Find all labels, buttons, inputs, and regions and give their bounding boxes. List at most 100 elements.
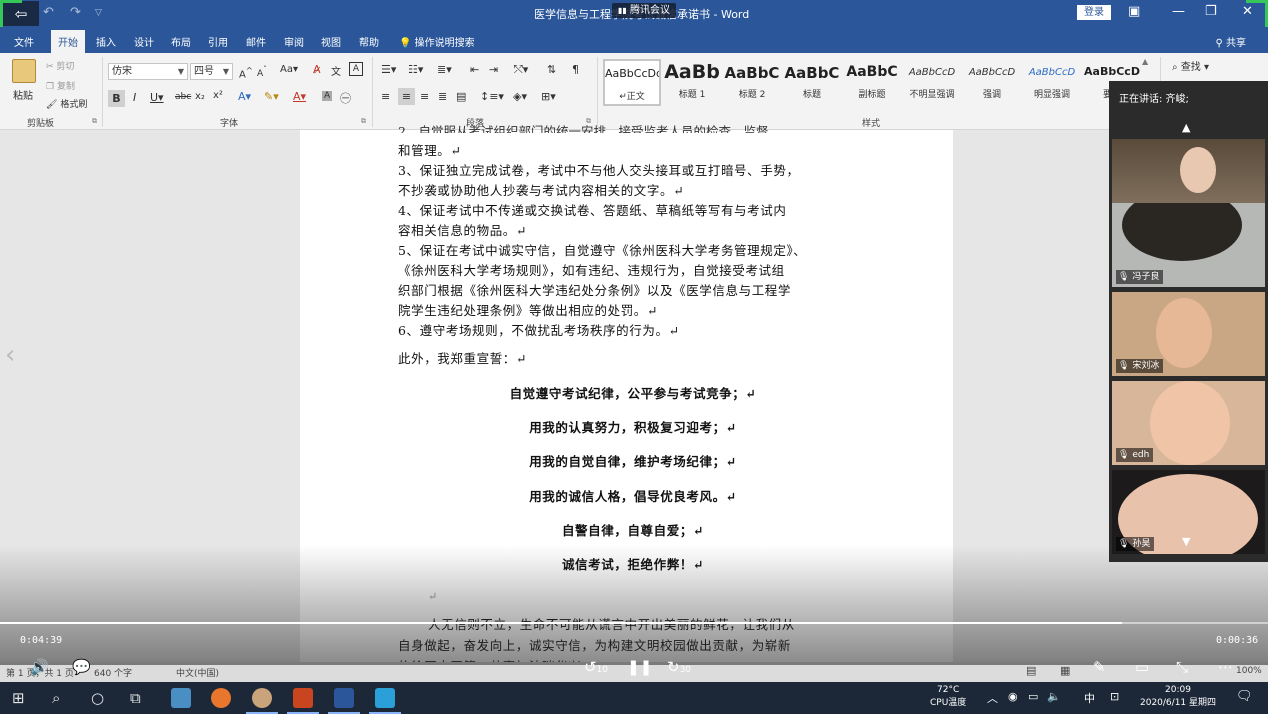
scroll-down-icon[interactable]: ▼ <box>1182 535 1190 548</box>
subtitles-icon[interactable]: 💬 <box>72 658 91 676</box>
style-heading-2[interactable]: AaBbC 标题 2 <box>723 59 781 106</box>
asian-layout-icon[interactable]: ⤲▾ <box>514 63 528 77</box>
mini-player-icon[interactable]: ▭ <box>1135 658 1149 676</box>
style-subtle-emphasis[interactable]: AaBbCcD 不明显强调 <box>903 59 961 106</box>
format-painter-button[interactable]: 🖌 格式刷 <box>46 97 87 110</box>
participant-tile[interactable]: 🎙 edh <box>1112 381 1265 465</box>
tab-home[interactable]: 开始 <box>51 30 85 53</box>
style-title[interactable]: AaBbC 标题 <box>783 59 841 106</box>
tray-app-icon[interactable]: ◉ <box>1008 690 1018 703</box>
input-mode-icon[interactable]: ⊡ <box>1110 690 1119 703</box>
tell-me-search[interactable]: 💡 操作说明搜索 <box>399 34 475 49</box>
cortana-icon[interactable]: ○ <box>91 689 104 707</box>
align-left-icon[interactable]: ≡ <box>381 90 390 103</box>
word-count[interactable]: 640 个字 <box>94 666 132 679</box>
speaker-icon[interactable]: 🔈 <box>1047 690 1061 703</box>
gallery-scroll-up-icon[interactable]: ▲ <box>1142 57 1148 66</box>
customize-quick-access-icon[interactable]: ▽ <box>95 8 102 18</box>
search-icon[interactable]: ⌕ <box>52 689 60 707</box>
paste-button[interactable]: 粘贴 <box>13 87 33 102</box>
find-button[interactable]: ⌕ 查找 ▾ <box>1172 58 1209 73</box>
superscript-icon[interactable]: x² <box>213 90 223 101</box>
underline-icon[interactable]: U▾ <box>150 91 164 104</box>
change-case-icon[interactable]: Aa▾ <box>280 64 298 75</box>
redo-icon[interactable]: ↷ <box>70 5 81 20</box>
justify-icon[interactable]: ≣ <box>438 90 447 103</box>
participant-tile[interactable]: 🎙 宋刘冰 <box>1112 292 1265 376</box>
skip-back-button[interactable]: ↺10 <box>584 658 608 676</box>
tab-layout[interactable]: 布局 <box>171 34 191 49</box>
login-button[interactable]: 登录 <box>1077 5 1111 20</box>
back-arrow-icon[interactable]: ⇦ <box>3 1 39 26</box>
exit-fullscreen-icon[interactable]: ⤡ <box>1176 658 1188 676</box>
numbering-icon[interactable]: ☷▾ <box>408 63 423 76</box>
borders-icon[interactable]: ⊞▾ <box>541 90 556 103</box>
more-options-icon[interactable]: ⋯ <box>1218 658 1233 676</box>
undo-icon[interactable]: ↶ <box>43 5 54 20</box>
task-view-icon[interactable]: ⧉ <box>130 689 141 707</box>
skip-forward-button[interactable]: ↻30 <box>667 658 691 676</box>
subscript-icon[interactable]: x₂ <box>195 91 205 102</box>
network-icon[interactable]: ▭ <box>1028 690 1038 703</box>
multilevel-list-icon[interactable]: ≣▾ <box>437 63 452 76</box>
cut-button[interactable]: ✂ 剪切 <box>46 59 74 72</box>
tab-insert[interactable]: 插入 <box>96 34 116 49</box>
pause-icon[interactable]: ❚❚ <box>627 658 652 676</box>
app-icon-avatar[interactable] <box>246 688 278 714</box>
tab-help[interactable]: 帮助 <box>359 34 379 49</box>
line-spacing-icon[interactable]: ↕≡▾ <box>480 90 504 103</box>
show-marks-icon[interactable]: ¶ <box>572 63 579 76</box>
close-icon[interactable]: ✕ <box>1242 4 1253 19</box>
windows-start-icon[interactable]: ⊞ <box>12 689 25 707</box>
ribbon-display-icon[interactable]: ▣ <box>1128 4 1140 19</box>
dialog-launcher-icon[interactable]: ⧉ <box>361 117 366 126</box>
tab-review[interactable]: 审阅 <box>284 34 304 49</box>
print-layout-icon[interactable]: ▦ <box>1060 664 1070 677</box>
bullets-icon[interactable]: ☰▾ <box>381 63 396 76</box>
strikethrough-icon[interactable]: abc <box>175 92 191 102</box>
character-border-icon[interactable]: A <box>349 62 363 76</box>
style-intense-emphasis[interactable]: AaBbCcD 明显强调 <box>1023 59 1081 106</box>
participant-tile[interactable]: 🎙 冯子良 <box>1112 203 1265 287</box>
share-button[interactable]: ⚲ 共享 <box>1215 34 1246 49</box>
clear-formatting-icon[interactable]: A̷ <box>313 63 321 76</box>
app-icon-word[interactable] <box>328 688 360 714</box>
highlight-icon[interactable]: ✎▾ <box>264 90 279 103</box>
style-emphasis[interactable]: AaBbCcD 强调 <box>963 59 1021 106</box>
style-normal[interactable]: AaBbCcDd ↵正文 <box>603 59 661 106</box>
zoom-level[interactable]: 100% <box>1236 666 1262 676</box>
tab-design[interactable]: 设计 <box>134 34 154 49</box>
decrease-indent-icon[interactable]: ⇤ <box>470 63 479 76</box>
pen-icon[interactable]: ✎ <box>1093 658 1106 676</box>
clock[interactable]: 20:09 2020/6/11 星期四 <box>1140 685 1216 708</box>
align-right-icon[interactable]: ≡ <box>420 90 429 103</box>
ime-indicator[interactable]: 中 <box>1084 690 1095 706</box>
increase-indent-icon[interactable]: ⇥ <box>489 63 498 76</box>
dialog-launcher-icon[interactable]: ⧉ <box>92 117 97 126</box>
maximize-icon[interactable]: ❐ <box>1205 4 1217 19</box>
app-icon-powerpoint[interactable] <box>287 688 319 714</box>
scroll-up-icon[interactable]: ▲ <box>1182 121 1190 134</box>
minimize-icon[interactable]: — <box>1172 4 1185 19</box>
align-center-icon[interactable]: ≡ <box>398 88 415 105</box>
italic-icon[interactable]: I <box>133 91 136 104</box>
video-progress-bar[interactable] <box>0 622 1268 624</box>
notifications-icon[interactable]: 🗨 <box>1236 689 1253 704</box>
document-page[interactable]: 2、自觉服从考试组织部门的统一安排，接受监考人员的检查、监督 和管理。↵ 3、保… <box>300 124 953 674</box>
shrink-font-icon[interactable]: Aˇ <box>257 65 267 79</box>
clipboard-icon[interactable] <box>12 59 36 83</box>
font-color-icon[interactable]: A▾ <box>293 90 306 103</box>
text-effects-icon[interactable]: A▾ <box>238 90 251 103</box>
style-heading-1[interactable]: AaBb 标题 1 <box>663 59 721 106</box>
app-icon-photos[interactable] <box>171 688 191 708</box>
font-size-combo[interactable]: 四号 ▼ <box>190 63 233 80</box>
bold-icon[interactable]: B <box>108 90 125 107</box>
distributed-icon[interactable]: ▤ <box>456 90 466 103</box>
tab-mailings[interactable]: 邮件 <box>246 34 266 49</box>
enclose-characters-icon[interactable]: ㊀ <box>340 90 351 106</box>
copy-button[interactable]: ❐ 复制 <box>46 79 75 92</box>
tab-references[interactable]: 引用 <box>208 34 228 49</box>
volume-icon[interactable]: 🔊 <box>30 658 49 676</box>
phonetic-guide-icon[interactable]: 文 <box>331 63 341 78</box>
character-shading-icon[interactable]: A <box>322 91 333 101</box>
